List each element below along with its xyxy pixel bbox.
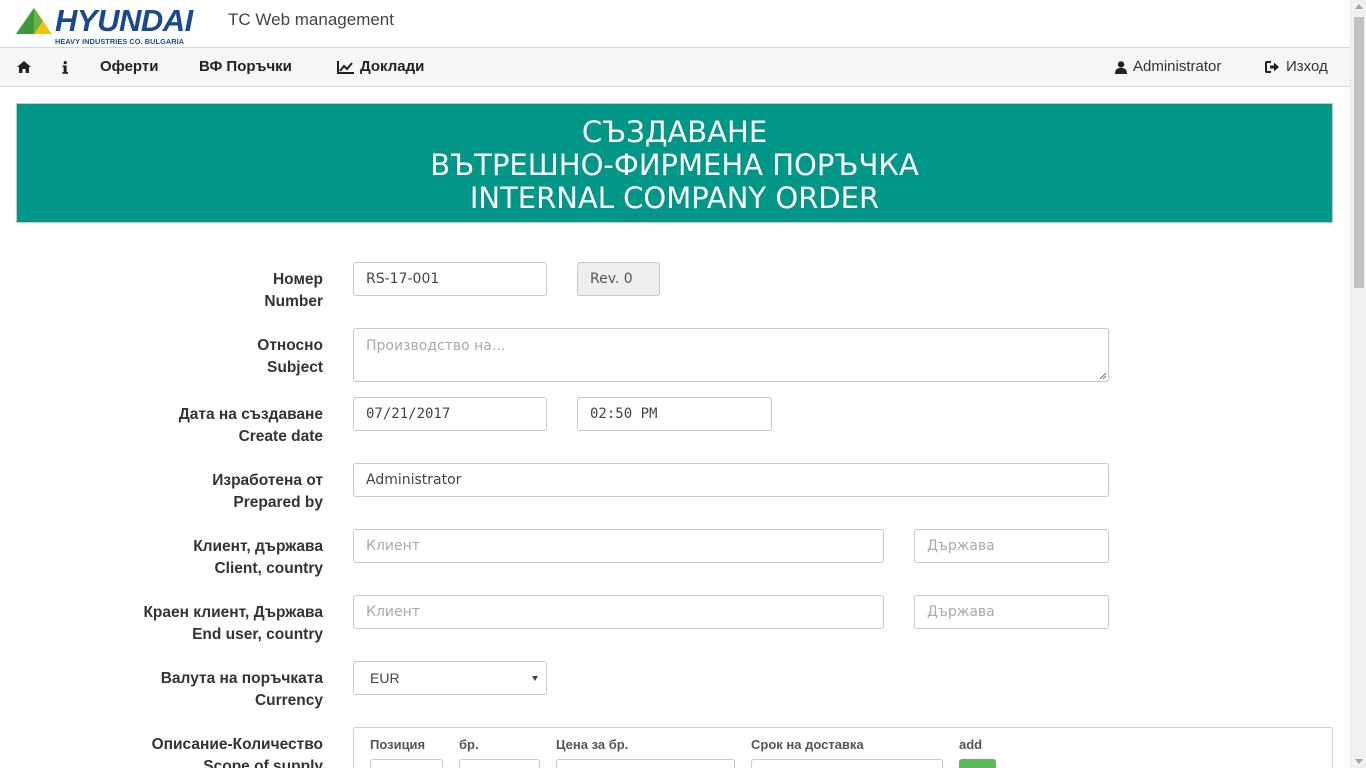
user-icon — [1115, 60, 1127, 74]
subject-label: Относно Subject — [257, 335, 323, 379]
subject-placeholder: Производство на... — [366, 338, 506, 354]
create-time-input[interactable]: 02:50 PM — [577, 397, 772, 431]
home-icon — [17, 61, 31, 73]
price-input[interactable] — [556, 759, 735, 768]
scope-table: Позиция бр. Цена за бр. Срок на доставка… — [353, 727, 1333, 768]
page-banner: СЪЗДАВАНЕ ВЪТРЕШНО-ФИРМЕНА ПОРЪЧКА INTER… — [16, 103, 1333, 223]
col-position: Позиция — [370, 737, 426, 752]
nav-home[interactable] — [17, 48, 31, 86]
add-row-button[interactable] — [959, 759, 996, 768]
scope-label: Описание-Количество Scope of supply — [152, 734, 323, 768]
subject-label-bg: Относно — [257, 337, 323, 354]
currency-label-en: Currency — [254, 692, 323, 709]
nav-logout-label: Изход — [1286, 58, 1328, 75]
end-user-country-input[interactable]: Държава — [914, 595, 1109, 629]
nav-user-label: Administrator — [1133, 58, 1222, 75]
resize-grip-icon[interactable] — [1099, 372, 1107, 380]
logo-word: HYUNDAI — [55, 3, 193, 38]
currency-select[interactable]: EUR — [353, 661, 547, 695]
end-user-label-en: End user, country — [192, 626, 323, 643]
scroll-up-icon[interactable] — [1355, 4, 1363, 9]
scope-label-bg: Описание-Количество — [151, 736, 323, 753]
prepared-by-input[interactable]: Administrator — [353, 463, 1109, 497]
page-scrollbar[interactable] — [1350, 0, 1366, 768]
create-date-label-bg: Дата на създаване — [178, 406, 323, 423]
number-input[interactable]: RS-17-001 — [353, 262, 547, 296]
nav-offers[interactable]: Оферти — [100, 48, 158, 86]
client-label-bg: Клиент, държава — [193, 538, 323, 555]
client-label: Клиент, държава Client, country — [193, 536, 323, 580]
end-user-label: Краен клиент, Държава End user, country — [143, 602, 323, 646]
scroll-thumb[interactable] — [1354, 17, 1364, 288]
qty-input[interactable] — [459, 759, 540, 768]
col-qty: бр. — [459, 737, 479, 752]
subject-textarea[interactable]: Производство на... — [353, 328, 1109, 382]
logo-triangle-icon — [16, 8, 52, 34]
subject-label-en: Subject — [267, 359, 323, 376]
nav-logout[interactable]: Изход — [1265, 48, 1328, 86]
nav-info[interactable] — [62, 48, 68, 86]
client-country-input[interactable]: Държава — [914, 529, 1109, 563]
prepared-by-label-bg: Изработена от — [212, 472, 323, 489]
client-input[interactable]: Клиент — [353, 529, 884, 563]
col-add: add — [959, 737, 983, 752]
col-delivery: Срок на доставка — [751, 737, 864, 752]
line-chart-icon — [337, 60, 354, 74]
currency-value: EUR — [370, 670, 400, 686]
number-label: Номер Number — [264, 269, 323, 313]
nav-reports[interactable]: Доклади — [337, 48, 424, 86]
number-label-en: Number — [264, 293, 323, 310]
col-price: Цена за бр. — [556, 737, 629, 752]
app-title: TC Web management — [228, 10, 394, 29]
logo-subtitle: HEAVY INDUSTRIES CO. BULGARIA — [55, 37, 185, 46]
banner-line-1: СЪЗДАВАНЕ — [581, 115, 768, 149]
delivery-input[interactable] — [751, 759, 943, 768]
nav-user[interactable]: Administrator — [1115, 48, 1221, 86]
chevron-down-icon — [532, 676, 538, 681]
create-date-label-en: Create date — [238, 428, 323, 445]
create-date-label: Дата на създаване Create date — [179, 404, 323, 448]
navbar: Оферти ВФ Поръчки Доклади Administrator … — [0, 47, 1350, 87]
end-user-label-bg: Краен клиент, Държава — [143, 604, 323, 621]
sign-out-icon — [1265, 61, 1279, 73]
end-user-input[interactable]: Клиент — [353, 595, 884, 629]
client-label-en: Client, country — [214, 560, 323, 577]
info-icon — [62, 60, 68, 74]
currency-label: Валута на поръчката Currency — [161, 668, 323, 712]
scroll-down-icon[interactable] — [1355, 759, 1363, 764]
scope-label-en: Scope of supply — [203, 758, 323, 768]
create-date-input[interactable]: 07/21/2017 — [353, 397, 547, 431]
banner-line-2: ВЪТРЕШНО-ФИРМЕНА ПОРЪЧКА — [430, 148, 919, 182]
nav-reports-label: Доклади — [360, 58, 425, 75]
prepared-by-label-en: Prepared by — [233, 494, 323, 511]
position-input[interactable] — [370, 759, 443, 768]
number-label-bg: Номер — [272, 271, 323, 288]
prepared-by-label: Изработена от Prepared by — [212, 470, 323, 514]
nav-orders[interactable]: ВФ Поръчки — [199, 48, 292, 86]
currency-label-bg: Валута на поръчката — [160, 670, 323, 687]
hyundai-logo[interactable]: HYUNDAI HEAVY INDUSTRIES CO. BULGARIA — [16, 4, 212, 46]
banner-line-3: INTERNAL COMPANY ORDER — [469, 181, 880, 215]
revision-field: Rev. 0 — [577, 262, 660, 296]
brand-header: HYUNDAI HEAVY INDUSTRIES CO. BULGARIA TC… — [0, 0, 1350, 47]
